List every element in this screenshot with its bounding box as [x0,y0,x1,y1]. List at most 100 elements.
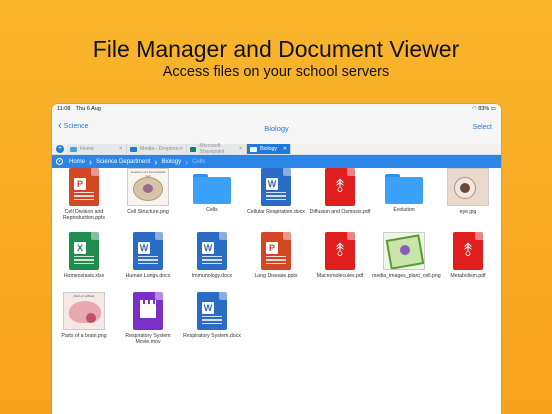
select-button[interactable]: Select [473,124,492,131]
file-type-badge: W [202,302,214,314]
ppt-document-icon: P [69,168,99,206]
file-item[interactable]: media_images_plant_cell.png [372,232,441,279]
word-document-icon: W [261,168,291,206]
history-icon[interactable] [56,158,63,165]
file-type-badge: W [266,178,278,190]
image-thumbnail-icon: Parts of a Brain [63,292,105,330]
breadcrumb-biology[interactable]: Biology › [161,156,189,167]
battery-icon: ▭ [490,106,496,112]
pdf-icon: ⥉ [325,232,355,270]
file-item[interactable]: W Cellular Respiration.docx [244,168,308,215]
file-item[interactable]: Parts of a Brain Parts of a brain.png [52,292,116,339]
movie-icon [133,292,163,330]
sharepoint-icon [190,146,197,152]
close-icon[interactable]: ✕ [283,146,287,152]
tab-dropbox[interactable]: Media - Dropbox ✕ [127,144,187,154]
status-time: 11:08 [57,106,71,112]
file-item[interactable]: ⥉ Diffusion and Osmosis.pdf [308,168,372,215]
thumbnail-caption: Parts of a Brain [73,294,95,298]
breadcrumb-label: Biology [161,158,182,165]
breadcrumb-home[interactable]: Home › [69,156,93,167]
file-name: Human Lungs.docx [125,273,171,279]
file-type-badge: P [74,178,86,190]
breadcrumb-label: Cells [192,158,206,165]
status-battery: 83% [478,106,490,112]
file-name: Homeostasis.xlsx [63,273,105,279]
image-thumbnail-icon: Anatomy of a Generalized Cell [127,168,169,206]
file-name: eye.jpg [459,209,477,215]
file-name: Immunology.docx [191,273,233,279]
close-icon[interactable]: ✕ [119,146,123,152]
file-name: Diffusion and Osmosis.pdf [309,209,371,215]
image-thumbnail-icon [447,168,489,206]
file-name: Respiratory System Movie.mov [125,333,171,346]
breadcrumb-label: Science Department [96,158,151,165]
file-item[interactable]: Evolution [372,168,436,213]
file-name: Metabolism.pdf [450,273,486,279]
dropbox-icon [130,146,137,152]
file-type-badge: X [74,242,86,254]
ppt-document-icon: P [261,232,291,270]
file-item[interactable]: W Immunology.docx [180,232,244,279]
subline: Access files on your school servers [162,64,390,80]
device-screen: 11:08 Thu 6 Aug ◠ 83% ▭ ‹ Science Biolog… [52,104,501,414]
chevron-right-icon: › [154,156,158,167]
grid-icon [250,146,257,152]
breadcrumb-label: Home [69,158,86,165]
file-item[interactable]: P Cell Division and Reproduction.pptx [52,168,116,222]
file-type-badge: P [266,242,278,254]
tab-home[interactable]: Home ✕ [67,144,127,154]
tab-label: Microsoft Sharepoint [199,143,225,155]
file-name: Cellular Respiration.docx [247,209,305,215]
tab-biology[interactable]: Biology ✕ [247,144,291,154]
page-title: Biology [264,124,289,133]
status-bar: 11:08 Thu 6 Aug ◠ 83% ▭ [52,104,501,114]
file-item[interactable]: Respiratory System Movie.mov [116,292,180,346]
file-name: media_images_plant_cell.png [372,273,441,279]
file-item[interactable]: Anatomy of a Generalized Cell Cell Struct… [116,168,180,215]
file-name: Parts of a brain.png [61,333,107,339]
wifi-icon: ◠ [471,106,477,112]
file-item[interactable]: ⥉ Macromolecules.pdf [308,232,372,279]
tab-label: Home [80,146,94,152]
file-item[interactable]: W Respiratory System.docx [180,292,244,339]
file-item[interactable]: W Human Lungs.docx [116,232,180,279]
breadcrumb: Home › Science Department › Biology › Cells [52,155,501,168]
word-document-icon: W [133,232,163,270]
breadcrumb-science[interactable]: Science Department › [96,156,158,167]
file-type-badge: W [202,242,214,254]
file-item[interactable]: Cells [180,168,244,213]
pdf-icon: ⥉ [325,168,355,206]
close-icon[interactable]: ✕ [239,146,243,152]
file-item[interactable]: ⥉ Metabolism.pdf [436,232,500,279]
file-name: Cell Division and Reproduction.pptx [62,209,106,222]
plus-icon: + [56,145,64,153]
file-item[interactable]: eye.jpg [436,168,500,215]
chevron-right-icon: › [185,156,189,167]
tab-label: Media - Dropbox [140,146,179,152]
status-date: Thu 6 Aug [75,106,101,112]
word-document-icon: W [197,292,227,330]
navigation-bar: ‹ Science Biology Select [52,114,501,144]
file-item[interactable]: X Homeostasis.xlsx [52,232,116,279]
folder-icon [193,174,231,204]
chevron-right-icon: › [89,156,93,167]
pdf-icon: ⥉ [453,232,483,270]
file-name: Respiratory System.docx [183,333,241,339]
file-name: Lung Disease.pptx [254,273,298,279]
folder-icon [385,174,423,204]
headline: File Manager and Document Viewer [92,36,460,62]
xls-document-icon: X [69,232,99,270]
tab-bar: + Home ✕ Media - Dropbox ✕ Microsoft Sha… [52,143,501,155]
file-item[interactable]: P Lung Disease.pptx [244,232,308,279]
tab-sharepoint[interactable]: Microsoft Sharepoint ✕ [187,143,247,155]
file-name: Cells [206,207,218,213]
file-name: Evolution [393,207,415,213]
add-tab-button[interactable]: + [53,144,67,154]
close-icon[interactable]: ✕ [179,146,183,152]
image-thumbnail-icon [383,232,425,270]
tab-label: Biology [260,146,278,152]
word-document-icon: W [197,232,227,270]
breadcrumb-cells[interactable]: Cells [192,159,205,165]
file-name: Cell Structure.png [127,209,169,215]
